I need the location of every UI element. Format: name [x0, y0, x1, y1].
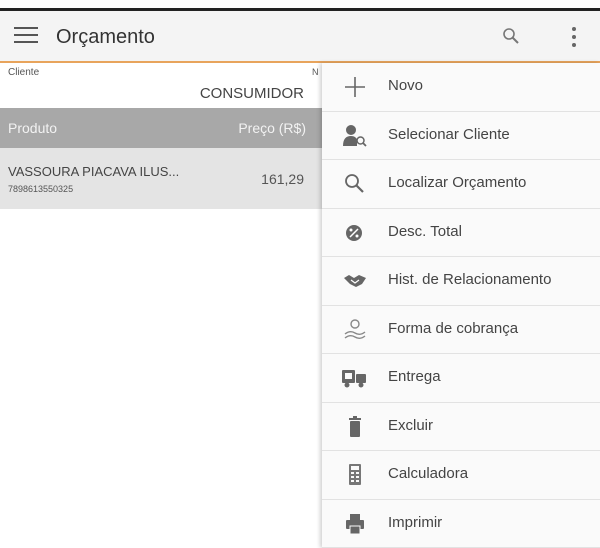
client-value: CONSUMIDOR: [199, 85, 304, 102]
menu-item-hist-relacionamento[interactable]: Hist. de Relacionamento: [322, 257, 600, 306]
calculator-icon: [342, 463, 368, 487]
user-search-icon: [342, 124, 368, 148]
screen-top-edge: [0, 0, 600, 11]
menu-item-label: Excluir: [388, 416, 434, 434]
client-label: Cliente: [8, 67, 40, 78]
plus-icon: [342, 75, 368, 99]
more-vert-icon[interactable]: [566, 25, 582, 49]
menu-item-localizar-orcamento[interactable]: Localizar Orçamento: [322, 160, 600, 209]
client-extra-label: N: [312, 67, 319, 77]
hamburger-icon[interactable]: [14, 25, 40, 45]
product-code: 7898613550325: [8, 184, 74, 194]
search-icon: [342, 172, 368, 196]
menu-item-label: Entrega: [388, 368, 441, 385]
printer-icon: [342, 512, 368, 536]
menu-item-excluir[interactable]: Excluir: [322, 403, 600, 451]
menu-item-label: Desc. Total: [388, 222, 462, 240]
menu-item-label: Forma de cobrança: [388, 319, 519, 337]
app-bar: Orçamento: [0, 11, 600, 63]
menu-item-label: Novo: [388, 77, 424, 94]
search-icon[interactable]: [500, 25, 522, 47]
menu-item-desc-total[interactable]: Desc. Total: [322, 209, 600, 257]
menu-item-entrega[interactable]: Entrega: [322, 354, 600, 403]
page-title: Orçamento: [56, 26, 155, 48]
menu-item-novo[interactable]: Novo: [322, 63, 600, 112]
menu-item-forma-cobranca[interactable]: Forma de cobrança: [322, 306, 600, 354]
menu-item-label: Calculadora: [388, 465, 469, 482]
menu-item-calculadora[interactable]: Calculadora: [322, 451, 600, 500]
menu-item-selecionar-cliente[interactable]: Selecionar Cliente: [322, 112, 600, 160]
handshake-icon: [342, 269, 368, 293]
menu-item-label: Hist. de Relacionamento: [388, 271, 552, 288]
menu-item-label: Imprimir: [388, 513, 443, 531]
table-row[interactable]: VASSOURA PIACAVA ILUS... 7898613550325 1…: [0, 148, 322, 209]
menu-item-label: Localizar Orçamento: [388, 174, 527, 191]
product-price: 161,29: [261, 171, 304, 187]
client-section[interactable]: Cliente CONSUMIDOR N: [0, 63, 322, 108]
column-header-preco: Preço (R$): [238, 120, 306, 136]
discount-icon: [342, 221, 368, 245]
column-header-produto: Produto: [8, 120, 58, 136]
trash-icon: [342, 415, 368, 439]
product-name: VASSOURA PIACAVA ILUS...: [8, 164, 180, 179]
table-header: Produto Preço (R$): [0, 108, 322, 148]
payment-icon: [342, 318, 368, 342]
delivery-icon: [342, 366, 368, 390]
menu-item-label: Selecionar Cliente: [388, 125, 510, 143]
overflow-menu: Novo Selecionar Cliente Localizar Orçame…: [322, 63, 600, 548]
menu-item-imprimir[interactable]: Imprimir: [322, 500, 600, 548]
